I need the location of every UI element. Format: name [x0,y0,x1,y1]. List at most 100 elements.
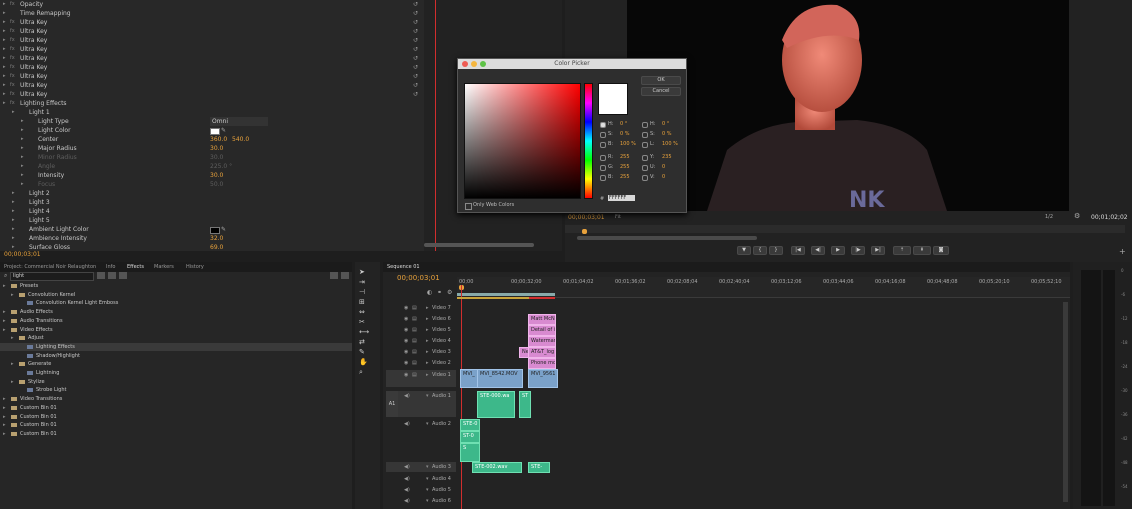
toggle-sync-lock-icon[interactable]: ▤ [412,314,417,324]
expand-triangle-icon[interactable]: ▸ [426,358,429,368]
expand-triangle-icon[interactable]: ▸ [21,126,24,135]
rolling-edit-tool-icon[interactable]: ⊞ [359,298,365,306]
reset-icon[interactable]: ↺ [413,81,418,90]
source-patch-a1[interactable]: A1 [386,391,398,417]
clip-v3b[interactable]: AT&T_log [528,347,556,358]
ec-value[interactable]: 30.0 [210,144,223,153]
ec-value[interactable]: 360.0 [210,135,227,144]
tab-info[interactable]: Info [106,263,115,271]
cp-left-radio[interactable] [600,122,606,128]
cp-left-radio[interactable] [600,132,606,138]
expand-triangle-icon[interactable]: ▸ [21,153,24,162]
expand-triangle-icon[interactable]: ▸ [21,144,24,153]
go-to-out-icon[interactable]: ▶| [871,246,885,255]
expand-triangle-icon[interactable]: ▸ [11,334,14,342]
ripple-edit-tool-icon[interactable]: ⊣ [359,288,365,296]
expand-triangle-icon[interactable]: ▸ [12,198,15,207]
program-timecode[interactable]: 00;00;03;01 [568,214,605,221]
expand-triangle-icon[interactable]: ▸ [3,282,6,290]
clip-a3a[interactable]: STE-002.wav [472,462,522,473]
cp-left-radio[interactable] [600,165,606,171]
cp-left-value[interactable]: 100 % [620,141,636,147]
zoom-dropdown[interactable]: 1/2 [1045,214,1053,220]
toggle-track-output-icon[interactable]: ◀) [404,496,410,506]
effects-tree-item[interactable]: ▸ Adjust [0,334,352,342]
expand-triangle-icon[interactable]: ▸ [12,216,15,225]
expand-triangle-icon[interactable]: ▸ [21,135,24,144]
cp-right-radio[interactable] [642,165,648,171]
fx-badge-icon[interactable]: fx [10,36,15,45]
toggle-track-output-icon[interactable]: ◀) [404,474,410,484]
reset-icon[interactable]: ↺ [413,27,418,36]
effects-tree-item[interactable]: ▸ Presets [0,282,352,290]
effects-tree-item[interactable]: ▸ Video Transitions [0,395,352,403]
color-swatch[interactable] [210,128,220,135]
work-area-bar[interactable] [457,293,555,296]
toggle-track-output-icon[interactable]: ◀) [404,485,410,495]
zoom-tool-icon[interactable]: ⌕ [359,368,363,377]
yuv-effects-icon[interactable] [119,272,127,279]
tab-effects[interactable]: Effects [127,263,144,271]
rate-stretch-tool-icon[interactable]: ⇔ [359,308,365,316]
fx-badge-icon[interactable]: fx [10,81,15,90]
expand-triangle-icon[interactable]: ▸ [3,36,6,45]
clip-v4[interactable]: Watermark [528,336,556,347]
reset-icon[interactable]: ↺ [413,72,418,81]
search-input[interactable]: light [10,272,94,281]
clip-a2c[interactable]: S [460,443,480,462]
play-icon[interactable]: ▶ [831,246,845,255]
toggle-track-output-icon[interactable]: ◀) [404,419,410,429]
clip-v1c[interactable]: MVI_9561 [528,369,558,388]
expand-triangle-icon[interactable]: ▸ [3,0,6,9]
clip-a1b[interactable]: ST [519,391,531,418]
expand-triangle-icon[interactable]: ▸ [12,225,15,234]
effects-tree-item[interactable]: Strobe Light [0,386,352,394]
cp-right-radio[interactable] [642,132,648,138]
ec-timecode[interactable]: 00;00;03;01 [4,251,41,258]
export-frame-icon[interactable]: ◙ [933,246,949,255]
cp-right-value[interactable]: 235 [662,154,672,160]
expand-triangle-icon[interactable]: ▸ [12,207,15,216]
slide-tool-icon[interactable]: ⇄ [359,338,365,346]
fx-badge-icon[interactable]: fx [10,18,15,27]
clip-v1b[interactable]: MVI_8542.MOV [477,369,523,388]
clip-v2[interactable]: Phone mo [528,358,556,369]
effects-tree-item[interactable]: ▸ Custom Bin 01 [0,421,352,429]
step-back-icon[interactable]: ◀| [811,246,825,255]
timeline-playhead[interactable] [461,285,462,509]
expand-triangle-icon[interactable]: ▸ [3,72,6,81]
expand-triangle-icon[interactable]: ▸ [426,347,429,357]
reset-icon[interactable]: ↺ [413,63,418,72]
effects-tree-item[interactable]: ▸ Stylize [0,378,352,386]
fx-badge-icon[interactable]: fx [10,63,15,72]
cp-left-radio[interactable] [600,175,606,181]
expand-triangle-icon[interactable]: ▸ [3,45,6,54]
ec-value2[interactable]: 540.0 [232,135,249,144]
accelerated-effects-icon[interactable] [97,272,105,279]
toggle-sync-lock-icon[interactable]: ▤ [412,303,417,313]
pen-tool-icon[interactable]: ✎ [359,348,365,356]
slip-tool-icon[interactable]: ⟷ [359,328,369,336]
ec-value[interactable]: 30.0 [210,171,223,180]
expand-triangle-icon[interactable]: ▾ [426,496,429,506]
mark-in-icon[interactable]: { [753,246,767,255]
cp-left-radio[interactable] [600,155,606,161]
expand-triangle-icon[interactable]: ▸ [426,370,429,380]
selection-tool-icon[interactable]: ➤ [359,268,365,276]
delete-icon[interactable] [341,272,349,279]
toggle-sync-lock-icon[interactable]: ▤ [412,370,417,380]
expand-triangle-icon[interactable]: ▸ [21,162,24,171]
hex-field[interactable]: FFFFFF [608,195,635,201]
32bit-effects-icon[interactable] [108,272,116,279]
program-playhead-marker[interactable] [582,229,587,234]
fx-badge-icon[interactable]: fx [10,90,15,99]
reset-icon[interactable]: ↺ [413,9,418,18]
expand-triangle-icon[interactable]: ▸ [426,303,429,313]
reset-icon[interactable]: ↺ [413,36,418,45]
toggle-output-icon[interactable]: ◉ [404,325,408,335]
cp-right-value[interactable]: 0 [662,164,665,170]
expand-triangle-icon[interactable]: ▸ [3,308,6,316]
color-field[interactable] [464,83,581,199]
cp-right-radio[interactable] [642,175,648,181]
cp-left-value[interactable]: 255 [620,154,630,160]
